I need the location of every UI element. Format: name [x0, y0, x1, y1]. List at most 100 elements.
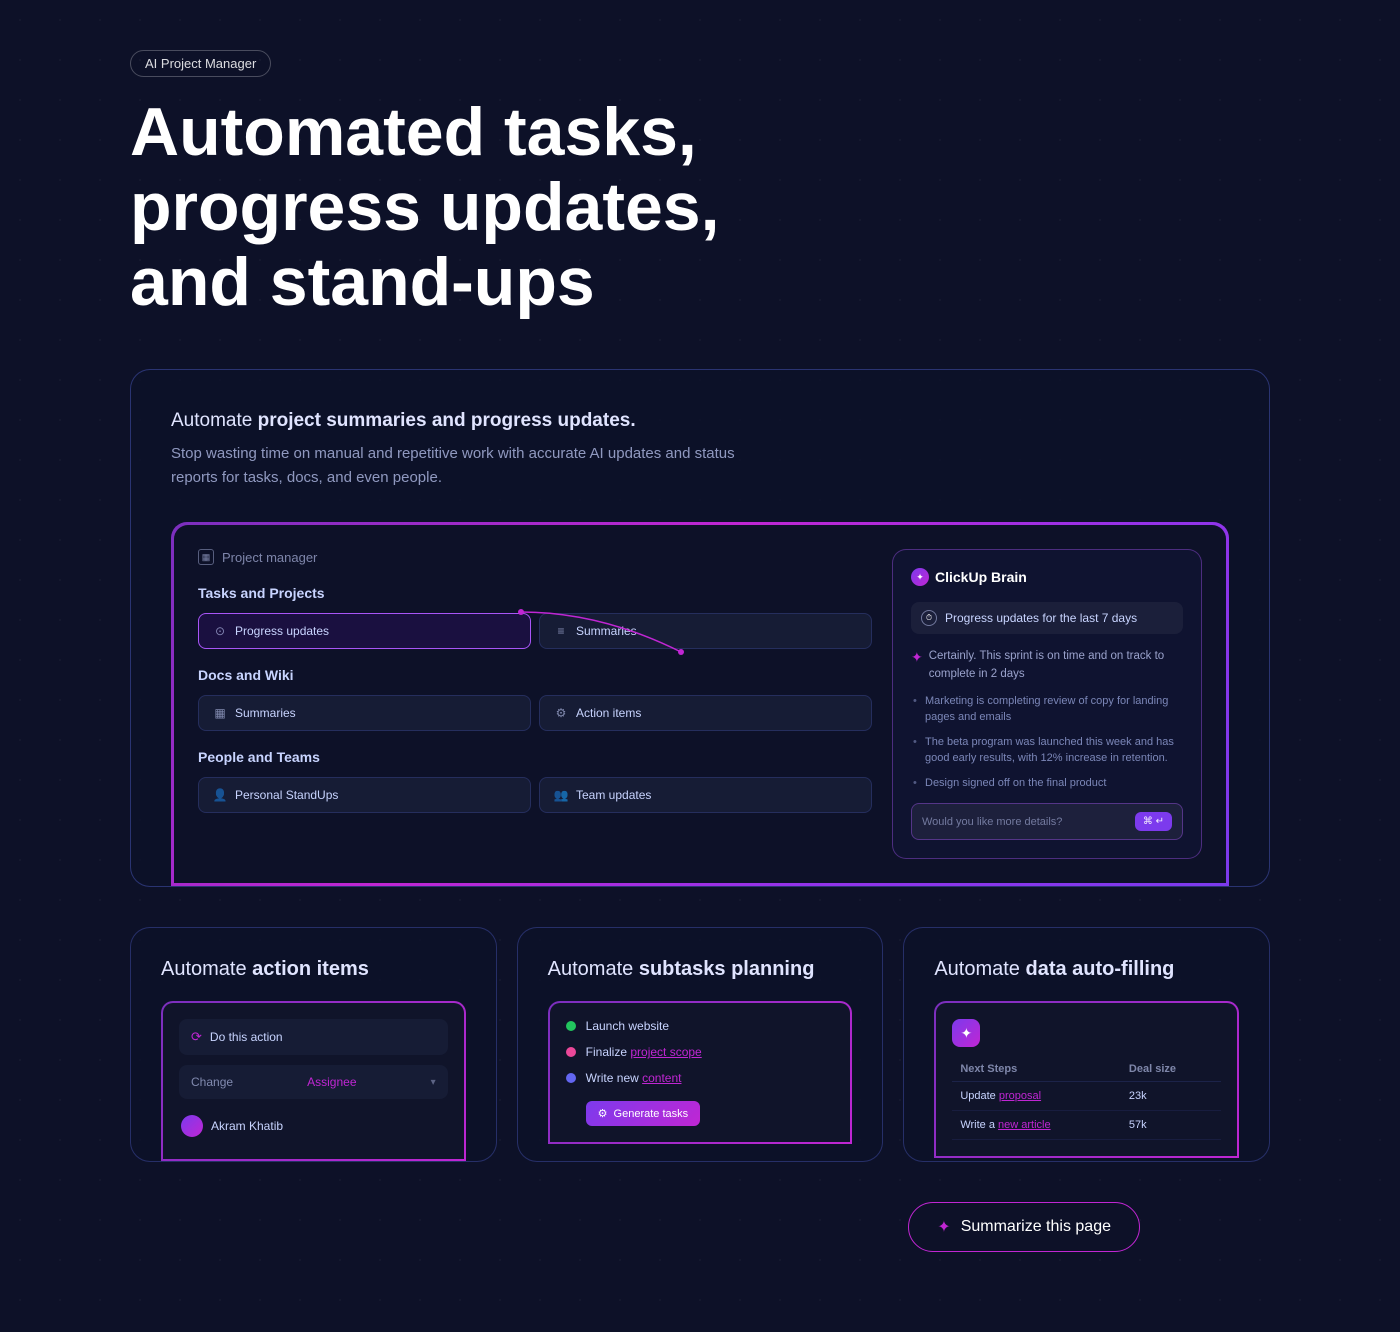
people-button-grid: 👤 Personal StandUps 👥 Team updates — [198, 777, 872, 813]
summaries-btn-tasks[interactable]: ≡ Summaries — [539, 613, 872, 649]
brain-intro-text: Certainly. This sprint is on time and on… — [929, 648, 1183, 683]
sparkle-icon: ✦ — [911, 649, 923, 666]
brain-intro: ✦ Certainly. This sprint is on time and … — [911, 648, 1183, 683]
brain-bullets: Marketing is completing review of copy f… — [911, 693, 1183, 792]
brain-title: ClickUp Brain — [935, 569, 1027, 585]
mockup-inner: ▦ Project manager Tasks and Projects ⊙ P… — [174, 525, 1226, 883]
main-card-body: Stop wasting time on manual and repetiti… — [171, 442, 751, 490]
summaries-btn-docs[interactable]: ▦ Summaries — [198, 695, 531, 731]
action-mockup-inner: ⟳ Do this action Change Assignee ▾ Akram… — [163, 1003, 464, 1159]
dropdown-row[interactable]: Change Assignee ▾ — [179, 1065, 448, 1099]
action-label: Do this action — [210, 1030, 283, 1044]
tasks-button-grid: ⊙ Progress updates ≡ Summaries — [198, 613, 872, 649]
subtask-text-1: Launch website — [586, 1019, 669, 1033]
hero-title: Automated tasks, progress updates, and s… — [130, 95, 830, 319]
action-items-title: Automate action items — [161, 958, 466, 981]
generate-label: Generate tasks — [614, 1108, 689, 1120]
section-people-label: People and Teams — [198, 749, 872, 765]
summarize-btn-wrapper: ✦ Summarize this page — [130, 1202, 1270, 1252]
autofill-badge-icon: ✦ — [952, 1019, 980, 1047]
bullet-1: Marketing is completing review of copy f… — [911, 693, 1183, 726]
panel-header: ▦ Project manager — [198, 549, 872, 565]
main-card-heading: Automate project summaries and progress … — [171, 410, 1229, 432]
subtask-text-3: Write new content — [586, 1071, 682, 1085]
team-icon: 👥 — [554, 788, 568, 802]
progress-updates-btn[interactable]: ⊙ Progress updates — [198, 613, 531, 649]
subtasks-mockup-inner: Launch website Finalize project scope Wr… — [550, 1003, 851, 1142]
brain-query-text: Progress updates for the last 7 days — [945, 611, 1137, 625]
autofill-title: Automate data auto-filling — [934, 958, 1239, 981]
doc-icon: ▦ — [213, 706, 227, 720]
subtask-link-2: project scope — [630, 1045, 701, 1059]
action-items-card: Automate action items ⟳ Do this action C… — [130, 927, 497, 1162]
panel-header-title: Project manager — [222, 550, 317, 565]
subtask-3: Write new content — [566, 1071, 835, 1085]
main-feature-card: Automate project summaries and progress … — [130, 369, 1270, 887]
subtasks-card: Automate subtasks planning Launch websit… — [517, 927, 884, 1162]
subtask-1: Launch website — [566, 1019, 835, 1033]
person-icon: 👤 — [213, 788, 227, 802]
docs-button-grid: ▦ Summaries ⚙ Action items — [198, 695, 872, 731]
subtask-link-3: content — [642, 1071, 681, 1085]
summaries-icon: ≡ — [554, 624, 568, 638]
summarize-sparkle-icon: ✦ — [937, 1217, 950, 1237]
dropdown-value: Assignee — [307, 1075, 356, 1089]
brain-input-bar[interactable]: Would you like more details? ⌘ ↵ — [911, 803, 1183, 840]
main-card-description: Automate project summaries and progress … — [171, 410, 1229, 490]
action-row-icon: ⟳ — [191, 1029, 202, 1045]
left-panel: ▦ Project manager Tasks and Projects ⊙ P… — [198, 549, 872, 859]
dropdown-label: Change — [191, 1075, 233, 1089]
autofill-table: Next Steps Deal size Update proposal 23k… — [952, 1057, 1221, 1140]
dropdown-arrow-icon: ▾ — [431, 1077, 436, 1088]
brain-panel: ✦ ClickUp Brain ⏱ Progress updates for t… — [892, 549, 1202, 859]
table-row-1: Update proposal 23k — [952, 1082, 1221, 1111]
autofill-mockup: ✦ Next Steps Deal size Update proposal 2… — [934, 1001, 1239, 1158]
personal-standups-btn[interactable]: 👤 Personal StandUps — [198, 777, 531, 813]
subtask-2: Finalize project scope — [566, 1045, 835, 1059]
brain-submit-btn[interactable]: ⌘ ↵ — [1135, 812, 1172, 831]
team-updates-btn[interactable]: 👥 Team updates — [539, 777, 872, 813]
autofill-link-1: proposal — [999, 1090, 1041, 1102]
bullet-3: Design signed off on the final product — [911, 775, 1183, 792]
progress-icon: ⊙ — [213, 624, 227, 638]
table-row-2: Write a new article 57k — [952, 1111, 1221, 1140]
bullet-2: The beta program was launched this week … — [911, 734, 1183, 767]
section-docs-label: Docs and Wiki — [198, 667, 872, 683]
user-avatar — [181, 1115, 203, 1137]
summarize-button[interactable]: ✦ Summarize this page — [908, 1202, 1140, 1252]
action-items-btn[interactable]: ⚙ Action items — [539, 695, 872, 731]
table-cell-1-2: 23k — [1121, 1082, 1221, 1111]
generate-icon: ⚙ — [598, 1107, 608, 1120]
subtask-dot-1 — [566, 1021, 576, 1031]
table-cell-2-2: 57k — [1121, 1111, 1221, 1140]
generate-btn[interactable]: ⚙ Generate tasks — [586, 1101, 700, 1126]
section-tasks-label: Tasks and Projects — [198, 585, 872, 601]
autofill-mockup-inner: ✦ Next Steps Deal size Update proposal 2… — [936, 1003, 1237, 1156]
col-header-1: Next Steps — [952, 1057, 1121, 1082]
table-cell-1-1: Update proposal — [952, 1082, 1121, 1111]
col-header-2: Deal size — [1121, 1057, 1221, 1082]
brain-query: ⏱ Progress updates for the last 7 days — [911, 602, 1183, 634]
subtask-text-2: Finalize project scope — [586, 1045, 702, 1059]
mockup-container: ▦ Project manager Tasks and Projects ⊙ P… — [171, 522, 1229, 886]
action-mockup: ⟳ Do this action Change Assignee ▾ Akram… — [161, 1001, 466, 1161]
bottom-cards-grid: Automate action items ⟳ Do this action C… — [130, 927, 1270, 1162]
action-icon: ⚙ — [554, 706, 568, 720]
clock-icon: ⏱ — [921, 610, 937, 626]
action-row: ⟳ Do this action — [179, 1019, 448, 1055]
brain-logo-icon: ✦ — [911, 568, 929, 586]
table-cell-2-1: Write a new article — [952, 1111, 1121, 1140]
autofill-card: Automate data auto-filling ✦ Next Steps … — [903, 927, 1270, 1162]
summarize-label: Summarize this page — [961, 1218, 1111, 1236]
autofill-link-2: new article — [998, 1119, 1051, 1131]
panel-header-icon: ▦ — [198, 549, 214, 565]
user-name: Akram Khatib — [211, 1119, 283, 1133]
brain-answer: ✦ Certainly. This sprint is on time and … — [911, 648, 1183, 791]
subtask-dot-3 — [566, 1073, 576, 1083]
user-row: Akram Khatib — [179, 1109, 448, 1143]
subtask-dot-2 — [566, 1047, 576, 1057]
ai-badge: AI Project Manager — [130, 50, 271, 77]
brain-input-placeholder: Would you like more details? — [922, 816, 1127, 828]
subtasks-mockup: Launch website Finalize project scope Wr… — [548, 1001, 853, 1144]
brain-header: ✦ ClickUp Brain — [911, 568, 1183, 586]
